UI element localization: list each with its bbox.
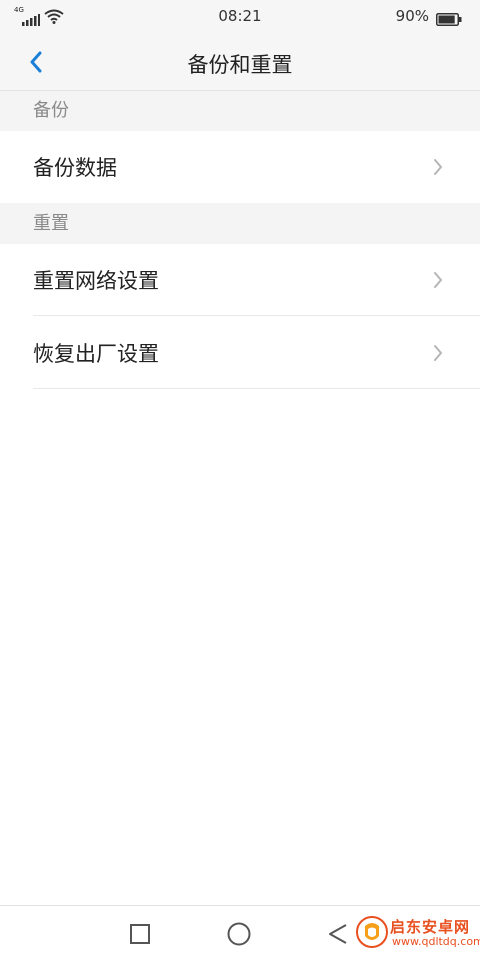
watermark: 启东安卓网 www.qdltdq.com <box>356 914 480 954</box>
watermark-logo-icon <box>356 916 388 954</box>
chevron-right-icon <box>432 157 444 181</box>
battery-icon <box>436 11 462 30</box>
chevron-right-icon <box>432 343 444 367</box>
row-label: 恢复出厂设置 <box>33 342 159 366</box>
row-label: 备份数据 <box>33 156 117 180</box>
battery-percent: 90% <box>395 7 429 25</box>
row-divider <box>33 315 480 316</box>
app-header: 备份和重置 <box>0 34 480 91</box>
chevron-right-icon <box>432 270 444 294</box>
square-icon <box>130 924 150 944</box>
watermark-url: www.qdltdq.com <box>392 935 480 948</box>
page-title: 备份和重置 <box>187 53 293 77</box>
section-header-reset: 重置 <box>0 203 480 244</box>
section-title: 备份 <box>33 100 69 121</box>
back-nav-button[interactable] <box>324 920 352 948</box>
section-header-backup: 备份 <box>0 91 480 131</box>
row-label: 重置网络设置 <box>33 269 159 293</box>
triangle-back-icon <box>329 924 347 944</box>
list-item-factory-reset[interactable]: 恢复出厂设置 <box>0 317 480 389</box>
status-bar: 4G 08:21 90% <box>0 0 480 34</box>
section-title: 重置 <box>33 213 69 234</box>
recent-apps-button[interactable] <box>126 920 154 948</box>
circle-icon <box>227 922 251 946</box>
watermark-name: 启东安卓网 <box>390 918 471 936</box>
row-divider <box>33 388 480 389</box>
home-button[interactable] <box>225 920 253 948</box>
list-item-reset-network[interactable]: 重置网络设置 <box>0 244 480 316</box>
list-item-backup-data[interactable]: 备份数据 <box>0 131 480 203</box>
